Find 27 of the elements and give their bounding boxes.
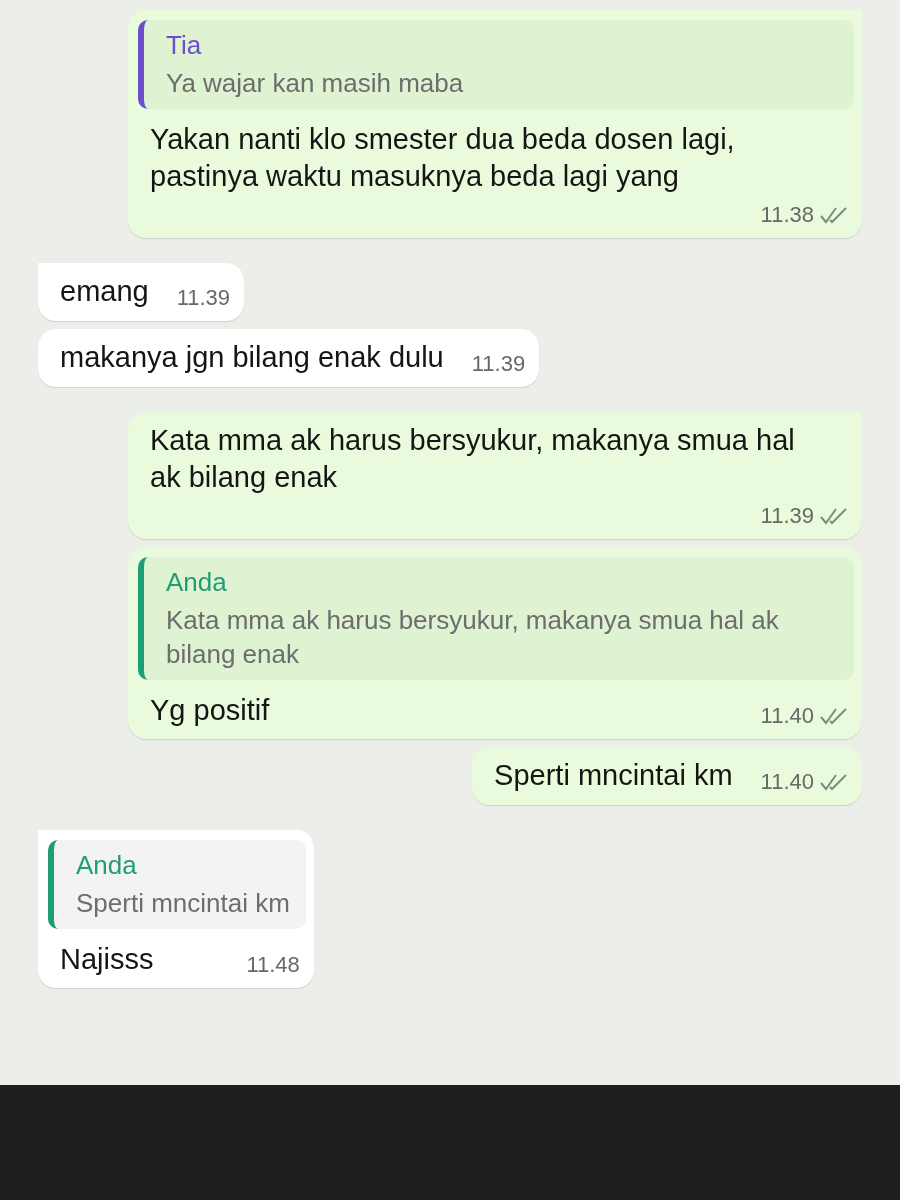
quoted-message[interactable]: Anda Sperti mncintai km bbox=[48, 839, 306, 929]
message-time: 11.39 bbox=[176, 284, 231, 311]
quote-text: Ya wajar kan masih maba bbox=[166, 67, 465, 100]
double-check-icon bbox=[820, 506, 848, 525]
message-text: emang bbox=[60, 274, 149, 310]
quote-author: Anda bbox=[76, 849, 138, 881]
message-time: 11.40 bbox=[760, 768, 814, 795]
message-time: 11.38 bbox=[760, 202, 814, 229]
double-check-icon bbox=[820, 206, 848, 225]
message-time: 11.48 bbox=[246, 952, 300, 979]
message-time: 11.40 bbox=[760, 703, 814, 730]
quote-text: Kata mma ak harus bersyukur, makanya smua hal ak bilang enak bbox=[166, 603, 780, 671]
message-text: Sperti mncintai km bbox=[494, 758, 733, 794]
quoted-message[interactable]: Anda Kata mma ak harus bersyukur, makanya smua hal ak bilang enak bbox=[138, 556, 854, 680]
message-time: 11.39 bbox=[471, 350, 526, 377]
double-check-icon bbox=[820, 772, 848, 791]
double-check-icon bbox=[820, 707, 848, 726]
message-text: Yakan nanti klo smester dua beda dosen lagi, pastinya waktu masuknya beda lagi yang bbox=[150, 121, 736, 195]
message-text: makanya jgn bilang enak dulu bbox=[60, 339, 444, 375]
message-text: Kata mma ak harus bersyukur, makanya smua hal ak bilang enak bbox=[150, 422, 796, 496]
quote-text: Sperti mncintai km bbox=[76, 886, 290, 920]
quote-author: Anda bbox=[166, 566, 228, 598]
message-time: 11.39 bbox=[760, 502, 814, 529]
quoted-message[interactable]: Tia Ya wajar kan masih maba bbox=[138, 20, 854, 109]
quote-author: Tia bbox=[166, 30, 203, 61]
message-text: Najisss bbox=[60, 941, 154, 977]
message-text: Yg positif bbox=[150, 692, 270, 728]
